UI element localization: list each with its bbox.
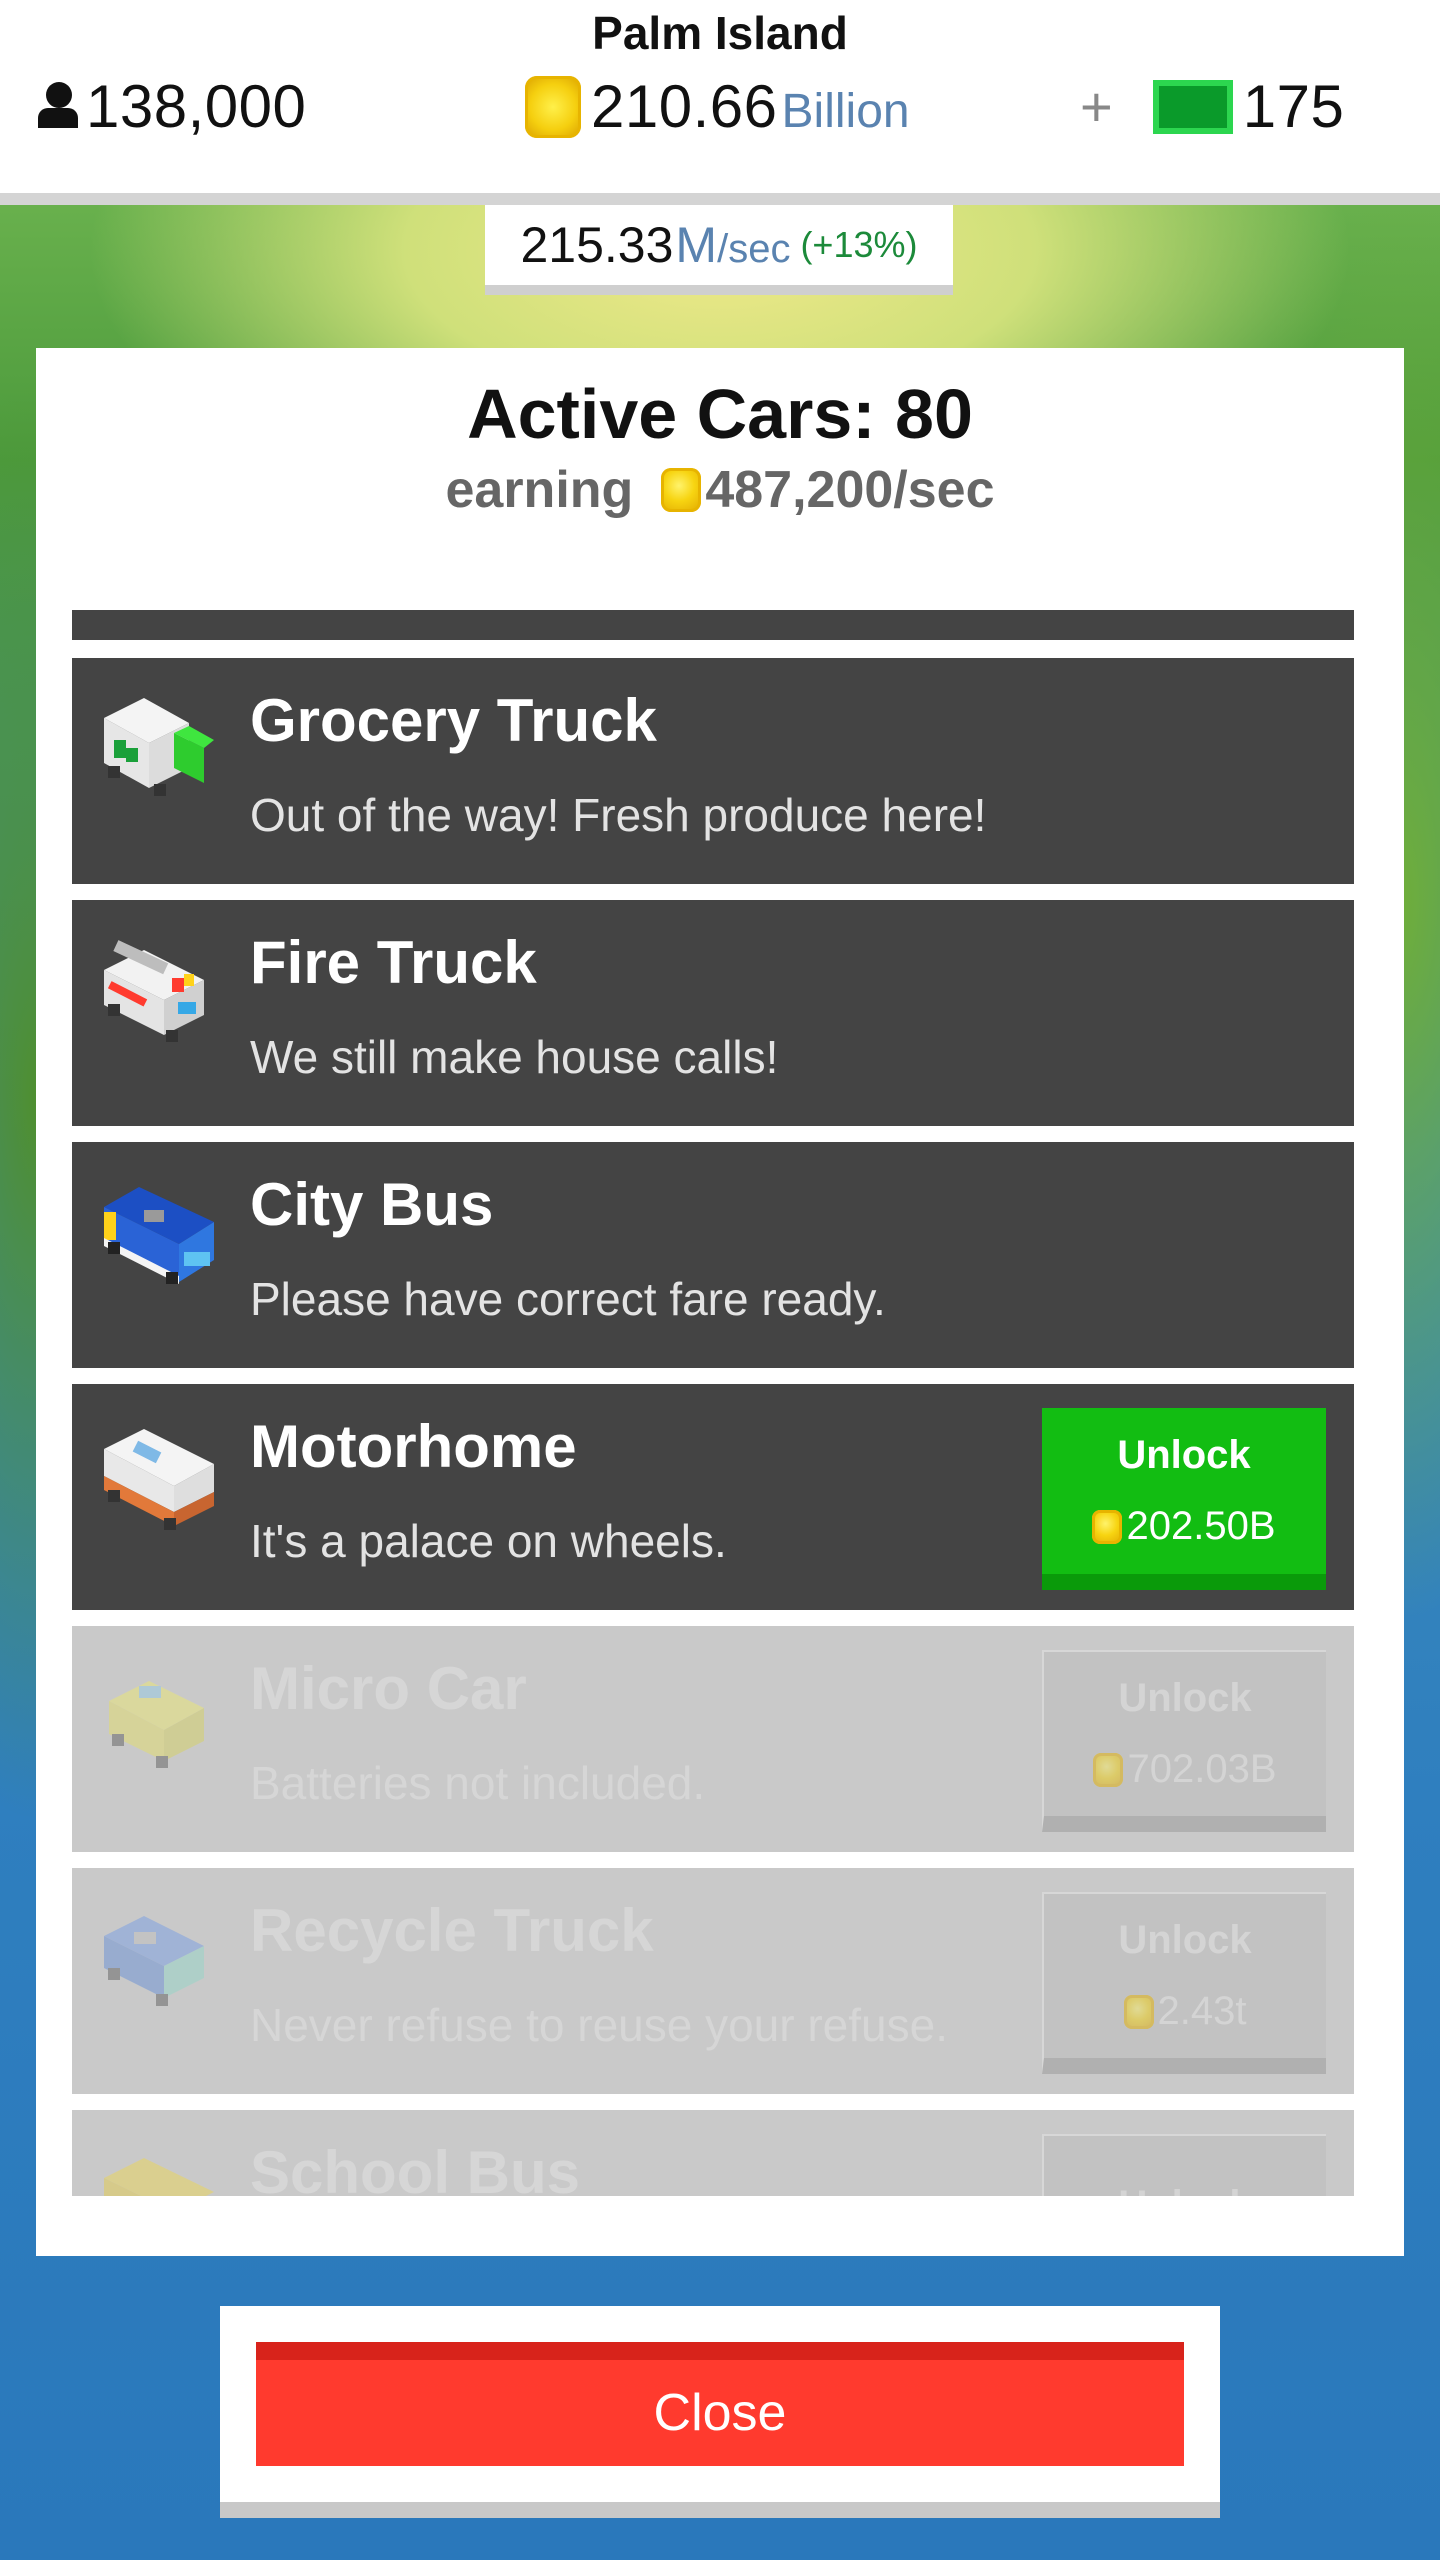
cash-value: 175 <box>1242 73 1345 140</box>
list-item: Motorhome It's a palace on wheels. Unloc… <box>72 1384 1354 1610</box>
unlock-motorhome-button[interactable]: Unlock 202.50B <box>1042 1408 1326 1590</box>
coins-unit: Billion <box>781 85 910 138</box>
unlock-school-bus-button[interactable]: Unlock <box>1042 2134 1326 2196</box>
car-description: Never refuse to reuse your refuse. <box>250 1999 948 2051</box>
earning-amount: 487,200/sec <box>705 461 995 519</box>
unlock-recycle-truck-button[interactable]: Unlock 2.43t <box>1042 1892 1326 2074</box>
panel-title: Active Cars: 80 <box>467 375 973 453</box>
list-row-partial <box>72 610 1354 640</box>
cash-icon <box>1152 79 1233 134</box>
recycle-truck-icon <box>104 1916 204 2006</box>
car-title: Recycle Truck <box>250 1897 654 1964</box>
car-title: Micro Car <box>250 1655 527 1722</box>
cash-stat[interactable]: + 175 <box>1080 72 1344 141</box>
list-item: City Bus Please have correct fare ready. <box>72 1142 1354 1368</box>
coin-icon <box>1092 1509 1123 1544</box>
list-item: School Bus Unlock <box>72 2110 1354 2196</box>
coins-stat: 210.66 Billion <box>525 72 910 141</box>
car-description: Please have correct fare ready. <box>250 1273 886 1325</box>
top-hud: Palm Island 138,000 210.66 Billion + 175 <box>0 0 1440 205</box>
car-description: It's a palace on wheels. <box>250 1515 727 1567</box>
list-item: Grocery Truck Out of the way! Fresh prod… <box>72 658 1354 884</box>
micro-car-icon <box>109 1681 204 1768</box>
list-item: Recycle Truck Never refuse to reuse your… <box>72 1868 1354 2094</box>
earning-line: earning 487,200/sec <box>36 460 1404 520</box>
add-cash-icon[interactable]: + <box>1080 74 1113 139</box>
unlock-label: Unlock <box>1118 1676 1252 1720</box>
earning-label: earning <box>445 461 634 519</box>
population-stat: 138,000 <box>36 72 306 141</box>
car-description: Batteries not included. <box>250 1757 706 1809</box>
list-item: Fire Truck We still make house calls! <box>72 900 1354 1126</box>
income-rate-bonus: (+13%) <box>800 224 918 265</box>
unlock-price: 702.03B <box>1093 1747 1277 1792</box>
list-item: Micro Car Batteries not included. Unlock… <box>72 1626 1354 1852</box>
car-title: City Bus <box>250 1171 494 1238</box>
car-title: Grocery Truck <box>250 687 657 754</box>
active-cars-panel: Active Cars: 80 earning 487,200/sec Groc… <box>36 348 1404 2256</box>
unlock-label: Unlock <box>1117 1433 1251 1477</box>
close-button[interactable]: Close <box>256 2342 1184 2466</box>
island-name: Palm Island <box>592 7 848 59</box>
population-icon <box>36 81 80 132</box>
motorhome-icon <box>104 1429 214 1530</box>
car-description: Out of the way! Fresh produce here! <box>250 789 987 841</box>
unlock-label: Unlock <box>1118 1918 1252 1962</box>
close-button-frame: Close <box>220 2306 1220 2518</box>
coin-icon <box>1123 1994 1154 2029</box>
car-description: We still make house calls! <box>250 1031 779 1083</box>
grocery-truck-icon <box>104 698 214 796</box>
unlock-price: 202.50B <box>1092 1504 1276 1549</box>
fire-truck-icon <box>104 940 204 1042</box>
population-value: 138,000 <box>86 73 307 140</box>
income-rate-tab: 215.33 M/sec (+13%) <box>485 205 953 295</box>
car-title: School Bus <box>250 2139 581 2196</box>
coin-icon <box>1093 1752 1124 1787</box>
coin-icon <box>661 468 702 512</box>
unlock-price: 2.43t <box>1123 1989 1246 2034</box>
income-rate-value: 215.33 <box>520 217 674 273</box>
coins-value: 210.66 <box>591 73 778 140</box>
car-title: Fire Truck <box>250 929 537 996</box>
car-list[interactable]: Grocery Truck Out of the way! Fresh prod… <box>72 610 1354 2196</box>
car-title: Motorhome <box>250 1413 577 1480</box>
income-rate-unit: M/sec <box>675 217 791 273</box>
unlock-micro-car-button[interactable]: Unlock 702.03B <box>1042 1650 1326 1832</box>
city-bus-icon <box>104 1187 214 1284</box>
school-bus-icon <box>104 2158 214 2196</box>
unlock-label: Unlock <box>1118 2183 1251 2197</box>
coin-icon <box>525 75 581 138</box>
